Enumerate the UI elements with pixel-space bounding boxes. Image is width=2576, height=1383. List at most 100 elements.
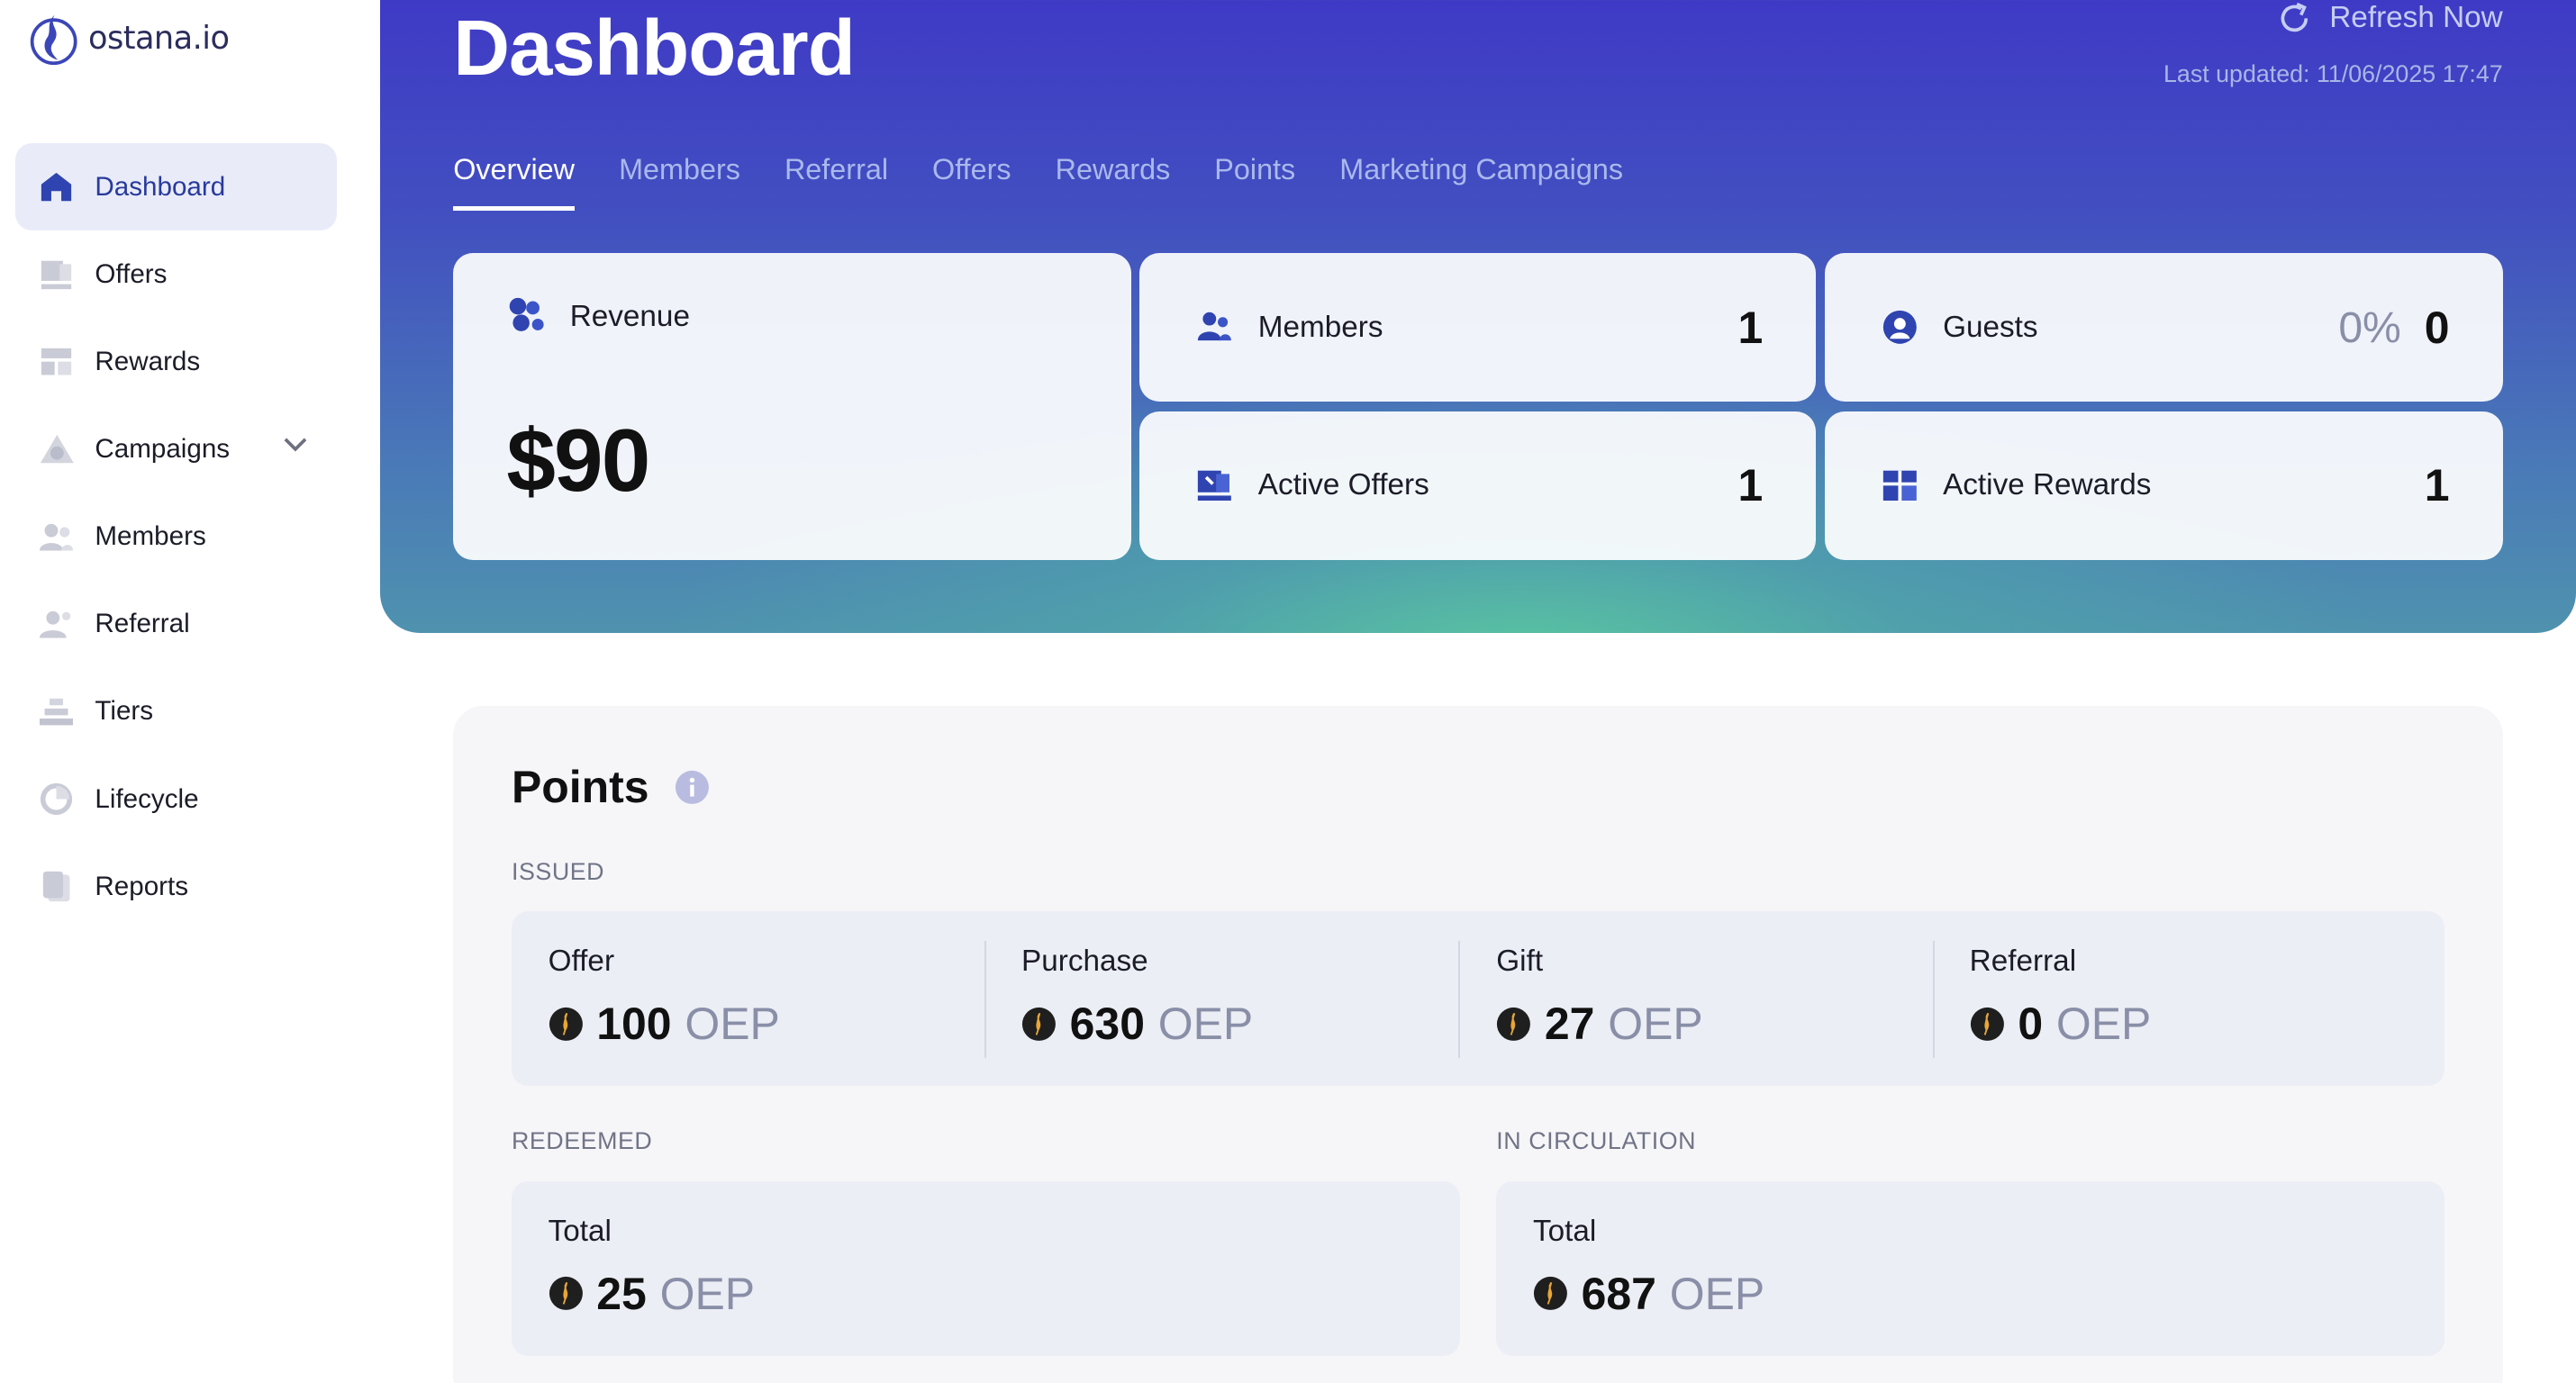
issued-offer: Offer 100 OEP	[512, 911, 984, 1086]
issued-purchase: Purchase 630 OEP	[984, 911, 1457, 1086]
tab-marketing-campaigns[interactable]: Marketing Campaigns	[1339, 153, 1623, 211]
tab-bar: Overview Members Referral Offers Rewards…	[453, 153, 1623, 212]
sidebar-item-campaigns[interactable]: Campaigns	[15, 405, 337, 493]
stat-value: 100 OEP	[549, 998, 780, 1050]
guests-percent: 0%	[2338, 303, 2401, 352]
campaigns-icon	[39, 431, 76, 468]
stat-number: 100	[596, 999, 672, 1050]
stat-label: Purchase	[1021, 944, 1148, 978]
points-panel: Points ISSUED Offer 100 OEP Purchase 630…	[453, 706, 2503, 1383]
redeemed-section-label: REDEEMED	[511, 1127, 653, 1155]
circulation-section-label: IN CIRCULATION	[1496, 1127, 1697, 1155]
redeemed-stats: Total 25 OEP	[511, 1180, 1460, 1356]
reports-icon	[39, 868, 76, 905]
coin-icon	[1021, 1007, 1056, 1041]
active-offers-card[interactable]: Active Offers 1	[1139, 411, 1817, 560]
members-label: Members	[1257, 310, 1383, 344]
circulation-stats: Total 687 OEP	[1496, 1180, 2444, 1356]
tiers-icon	[39, 693, 76, 730]
issued-gift: Gift 27 OEP	[1460, 911, 1933, 1086]
sidebar-item-lifecycle[interactable]: Lifecycle	[15, 755, 337, 843]
points-title: Points	[511, 762, 649, 813]
sidebar-item-members[interactable]: Members	[15, 493, 337, 581]
circulation-total: Total 687 OEP	[1496, 1181, 2444, 1356]
sidebar-item-reports[interactable]: Reports	[15, 843, 337, 930]
coin-icon	[1533, 1277, 1567, 1311]
sidebar-item-referral[interactable]: Referral	[15, 581, 337, 668]
issued-section-label: ISSUED	[511, 857, 605, 885]
revenue-icon	[510, 298, 544, 332]
sidebar-item-label: Dashboard	[95, 171, 226, 202]
tab-referral[interactable]: Referral	[785, 153, 888, 211]
guest-icon	[1882, 311, 1917, 344]
members-icon	[1198, 312, 1232, 341]
stat-number: 630	[1069, 999, 1145, 1050]
sidebar: ostana.io Dashboard Offers Rewards Campa…	[0, 0, 380, 1383]
refresh-icon	[2281, 2, 2308, 32]
coin-icon	[1497, 1007, 1531, 1041]
page-title: Dashboard	[453, 4, 856, 92]
last-updated: Last updated: 11/06/2025 17:47	[2163, 59, 2503, 87]
stat-unit: OEP	[659, 1268, 756, 1319]
stat-value: 0 OEP	[1970, 998, 2151, 1050]
sidebar-item-label: Referral	[95, 609, 190, 639]
stat-number: 687	[1581, 1268, 1656, 1319]
sidebar-item-offers[interactable]: Offers	[15, 230, 337, 318]
revenue-label: Revenue	[569, 299, 690, 333]
home-icon	[39, 168, 76, 205]
issued-referral: Referral 0 OEP	[1933, 911, 2406, 1086]
sidebar-nav: Dashboard Offers Rewards Campaigns Membe…	[14, 143, 337, 930]
members-count: 1	[1737, 302, 1764, 353]
logo-icon	[31, 14, 78, 66]
sidebar-item-label: Offers	[95, 258, 168, 289]
guests-card[interactable]: Guests 0% 0	[1824, 253, 2503, 402]
stat-value: 630 OEP	[1021, 998, 1253, 1050]
stat-label: Gift	[1496, 944, 1544, 978]
rewards-icon	[1882, 470, 1917, 501]
active-rewards-count: 1	[2424, 460, 2450, 511]
chevron-down-icon[interactable]	[284, 438, 307, 453]
sidebar-item-tiers[interactable]: Tiers	[15, 668, 337, 755]
issued-stats: Offer 100 OEP Purchase 630 OEP Gift 27 O…	[511, 910, 2444, 1087]
refresh-label: Refresh Now	[2329, 1, 2503, 35]
coin-icon	[549, 1007, 583, 1041]
active-rewards-card[interactable]: Active Rewards 1	[1824, 411, 2503, 560]
stat-label: Total	[548, 1214, 612, 1248]
tab-rewards[interactable]: Rewards	[1056, 153, 1171, 211]
tab-points[interactable]: Points	[1214, 153, 1295, 211]
coin-icon	[1970, 1007, 2004, 1041]
members-card[interactable]: Members 1	[1139, 253, 1817, 402]
sidebar-item-label: Lifecycle	[95, 783, 199, 814]
coin-icon	[549, 1277, 583, 1311]
stat-value: 27 OEP	[1496, 998, 1703, 1050]
stat-unit: OEP	[1157, 999, 1254, 1050]
redeemed-total: Total 25 OEP	[512, 1181, 1460, 1356]
stat-label: Offer	[548, 944, 615, 978]
sidebar-item-label: Campaigns	[95, 434, 231, 465]
sidebar-item-label: Tiers	[95, 696, 154, 727]
lifecycle-icon	[39, 781, 76, 818]
active-rewards-label: Active Rewards	[1943, 468, 2152, 502]
dashboard-header: Dashboard Refresh Now Last updated: 11/0…	[379, 0, 2576, 633]
sidebar-item-rewards[interactable]: Rewards	[15, 318, 337, 405]
guests-label: Guests	[1943, 310, 2038, 344]
active-offers-count: 1	[1737, 460, 1764, 511]
stat-unit: OEP	[685, 999, 780, 1050]
sidebar-item-dashboard[interactable]: Dashboard	[14, 143, 337, 231]
tab-overview[interactable]: Overview	[453, 153, 576, 212]
refresh-button[interactable]: Refresh Now	[2276, 0, 2503, 37]
offers-icon	[39, 256, 76, 293]
info-icon[interactable]	[675, 770, 710, 805]
sidebar-item-label: Rewards	[95, 346, 201, 376]
tab-members[interactable]: Members	[619, 153, 740, 211]
brand-logo[interactable]: ostana.io	[28, 10, 230, 67]
sidebar-item-label: Reports	[95, 871, 189, 901]
tab-offers[interactable]: Offers	[932, 153, 1011, 211]
active-offers-label: Active Offers	[1257, 468, 1429, 502]
referral-icon	[39, 606, 76, 643]
stat-number: 27	[1544, 999, 1595, 1050]
stat-label: Referral	[1969, 944, 2077, 978]
guests-count: 0	[2424, 302, 2450, 353]
revenue-card[interactable]: Revenue $90	[453, 253, 1132, 560]
offers-icon	[1198, 470, 1232, 501]
